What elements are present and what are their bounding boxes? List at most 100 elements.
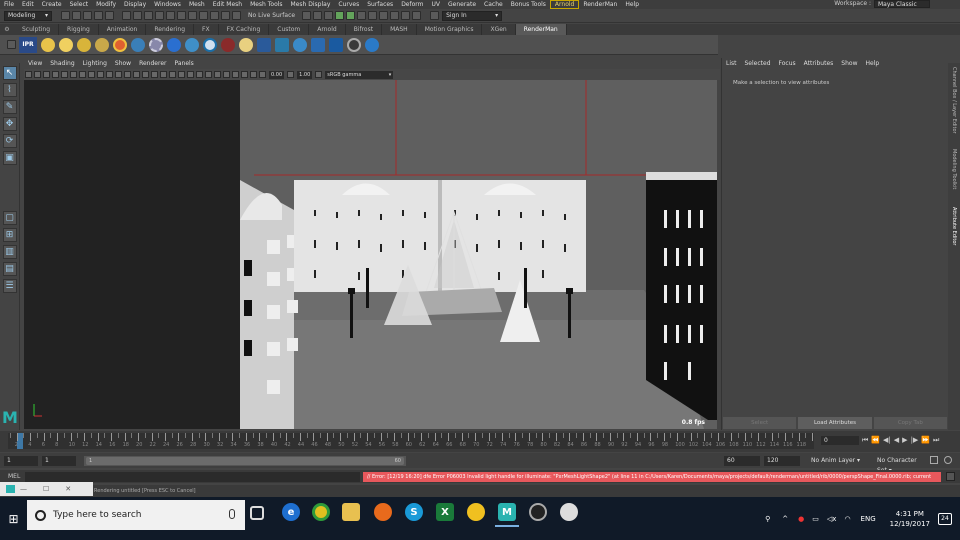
eye-app-icon[interactable]	[529, 503, 547, 521]
four-view-layout-icon[interactable]: ⊞	[2, 228, 17, 242]
pxr-dome-light-icon[interactable]	[77, 37, 91, 52]
isolate-select-icon[interactable]	[223, 71, 230, 78]
menu-mesh-display[interactable]: Mesh Display	[287, 1, 335, 8]
menu-set-dropdown[interactable]: Modeling ▾	[4, 10, 52, 21]
character-icon[interactable]	[401, 11, 411, 20]
render-setup-icon[interactable]	[368, 11, 378, 20]
current-frame-field[interactable]: 0	[821, 436, 859, 445]
xray-active-icon[interactable]	[241, 71, 248, 78]
pxr-pattern-icon[interactable]	[311, 37, 325, 52]
pxr-bump-icon[interactable]	[275, 37, 289, 52]
go-to-end-icon[interactable]: ⏭	[933, 436, 939, 445]
excel-icon[interactable]: X	[436, 503, 454, 521]
range-bar[interactable]: 1 60	[84, 456, 406, 466]
snap-surface-icon[interactable]	[210, 11, 219, 20]
render-view-icon[interactable]	[324, 11, 334, 20]
modeling-toolkit-icon[interactable]	[390, 11, 400, 20]
menu-generate[interactable]: Generate	[444, 1, 480, 8]
render-current-frame-icon[interactable]	[335, 11, 345, 20]
user-account-icon[interactable]	[430, 11, 440, 20]
attr-menu-focus[interactable]: Focus	[775, 60, 800, 67]
tab-channel-box[interactable]: Channel Box / Layer Editor	[951, 67, 957, 134]
playback-start-field[interactable]: 1	[42, 456, 76, 466]
hypershade-icon[interactable]	[357, 11, 367, 20]
eye-icon[interactable]	[203, 37, 217, 52]
tab-fx[interactable]: FX	[194, 24, 219, 35]
renderman-help-icon[interactable]	[365, 37, 379, 52]
menu-help[interactable]: Help	[621, 1, 643, 8]
task-view-icon[interactable]	[250, 506, 264, 520]
attr-menu-attributes[interactable]: Attributes	[800, 60, 838, 67]
menu-cache[interactable]: Cache	[480, 1, 507, 8]
copy-tab-button[interactable]: Copy Tab	[873, 417, 947, 429]
play-backwards-icon[interactable]: ◀	[894, 436, 899, 445]
tab-mash[interactable]: MASH	[382, 24, 417, 35]
snap-curve-icon[interactable]	[177, 11, 186, 20]
film-gate-icon[interactable]	[70, 71, 77, 78]
select-component-icon[interactable]	[144, 11, 153, 20]
tab-modeling-toolkit[interactable]: Modeling Toolkit	[951, 149, 957, 189]
grease-pencil-icon[interactable]	[412, 11, 422, 20]
character-set-dropdown[interactable]: No Character Set ▾	[874, 456, 926, 474]
xray-joints-icon[interactable]	[250, 71, 257, 78]
range-thumb[interactable]: 1 60	[86, 457, 404, 465]
wireframe-icon[interactable]	[124, 71, 131, 78]
viewport-menu-lighting[interactable]: Lighting	[79, 60, 111, 69]
tab-arnold[interactable]: Arnold	[309, 24, 346, 35]
side-by-side-layout-icon[interactable]: ▥	[2, 245, 17, 259]
people-icon[interactable]: ⚲	[765, 515, 770, 523]
viewport-menu-view[interactable]: View	[24, 60, 46, 69]
command-input[interactable]	[25, 472, 360, 482]
menu-renderman[interactable]: RenderMan	[579, 1, 621, 8]
image-plane-icon[interactable]	[52, 71, 59, 78]
undo-icon[interactable]	[94, 11, 103, 20]
select-hierarchy-icon[interactable]	[122, 11, 131, 20]
snap-grid-icon[interactable]	[166, 11, 175, 20]
load-attributes-button[interactable]: Load Attributes	[798, 417, 872, 429]
menu-bonus-tools[interactable]: Bonus Tools	[507, 1, 550, 8]
taskbar-search-box[interactable]: Type here to search	[27, 500, 245, 530]
menu-mesh[interactable]: Mesh	[185, 1, 209, 8]
rotate-tool-icon[interactable]: ⟳	[2, 134, 17, 148]
select-object-icon[interactable]	[133, 11, 142, 20]
paint-select-tool-icon[interactable]: ✎	[2, 100, 17, 114]
step-back-frame-icon[interactable]: ◀|	[883, 436, 891, 445]
scene-start-field[interactable]: 1	[4, 456, 38, 466]
minimize-icon[interactable]: —	[20, 485, 27, 493]
wireframe-on-shaded-icon[interactable]	[151, 71, 158, 78]
textured-icon[interactable]	[160, 71, 167, 78]
persp-outliner-layout-icon[interactable]: ▤	[2, 262, 17, 276]
gate-mask-icon[interactable]	[88, 71, 95, 78]
construction-history-icon[interactable]	[302, 11, 312, 20]
perspective-viewport[interactable]: 0.8 fps	[24, 80, 717, 429]
default-material-icon[interactable]	[142, 71, 149, 78]
select-tool-icon[interactable]: ↖	[2, 66, 17, 80]
tab-attribute-editor[interactable]: Attribute Editor	[951, 207, 957, 245]
tab-xgen[interactable]: XGen	[482, 24, 516, 35]
menu-deform[interactable]: Deform	[397, 1, 427, 8]
field-chart-icon[interactable]	[97, 71, 104, 78]
duck-app-icon[interactable]	[467, 503, 485, 521]
menu-arnold[interactable]: Arnold	[549, 0, 580, 9]
shelf-settings-icon[interactable]: ⚙	[0, 26, 14, 33]
screen-space-ao-icon[interactable]	[187, 71, 194, 78]
pxr-ramp-icon[interactable]	[329, 37, 343, 52]
workspace-dropdown[interactable]: Maya Classic	[874, 0, 930, 8]
notification-center-icon[interactable]: 24	[938, 512, 952, 525]
safe-action-icon[interactable]	[106, 71, 113, 78]
volume-icon[interactable]: ◁x	[827, 515, 837, 523]
move-tool-icon[interactable]: ✥	[2, 117, 17, 131]
attr-menu-help[interactable]: Help	[861, 60, 883, 67]
menu-file[interactable]: File	[0, 1, 18, 8]
history-icon[interactable]	[221, 11, 230, 20]
tab-animation[interactable]: Animation	[99, 24, 147, 35]
viewport-menu-show[interactable]: Show	[111, 60, 135, 69]
script-language-label[interactable]: MEL	[8, 473, 20, 480]
safe-title-icon[interactable]	[115, 71, 122, 78]
menu-windows[interactable]: Windows	[150, 1, 185, 8]
exposure-field[interactable]: 0.00	[269, 70, 285, 79]
tab-sculpting[interactable]: Sculpting	[14, 24, 60, 35]
view-transform-dropdown[interactable]: sRGB gamma ▾	[325, 70, 394, 79]
timeline-track[interactable]: 2 4 6 8 10 12 14 16 18 20 22 24 26 28 30 32 34 36 38 40 42 44…	[8, 433, 814, 449]
chrome-browser-icon[interactable]	[312, 503, 330, 521]
